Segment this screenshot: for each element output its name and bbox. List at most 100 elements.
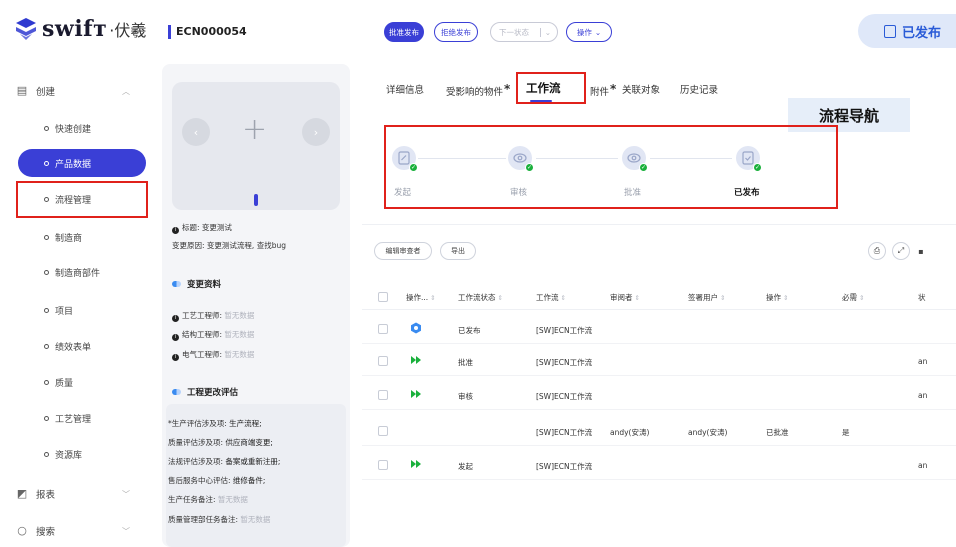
workflow-step-review[interactable]: ✓ [508,146,534,172]
column-header[interactable]: 签署用户 ⇕ [688,292,725,303]
eval-line: 生产任务备注: 暂无数据 [168,494,248,505]
carousel-next-button[interactable]: › [302,118,330,146]
column-header[interactable]: 必需 ⇕ [842,292,864,303]
status-text: 已发布 [902,25,942,41]
table-row[interactable]: 审核 [SW]ECN工作流 an [362,380,956,410]
sidebar-item-project[interactable]: 项目 [0,297,152,323]
column-header[interactable]: 操作 ⇕ [766,292,788,303]
sidebar-item-resource-library[interactable]: 资源库 [0,441,152,467]
title-value: 变更测试 [201,223,232,232]
sidebar-item-manufacturer-parts[interactable]: 制造商部件 [0,259,152,285]
column-header[interactable]: 工作流状态 ⇕ [458,292,503,303]
reason-field: 变更原因: 变更测试流程, 查找bug [172,240,286,251]
section-engineering-eval: 工程更改评估 [172,386,238,398]
logo[interactable]: swifт ·伏羲 [14,16,146,42]
actions-dropdown[interactable]: 操作 ⌄ [566,22,612,42]
select-all-checkbox[interactable] [378,292,388,302]
tab-label: 历史记录 [680,85,719,96]
circle-icon [44,234,49,240]
sidebar-item-label: 制造商部件 [55,268,101,279]
workflow-step-approve[interactable]: ✓ [622,146,648,172]
sidebar-item-process-management[interactable]: 工艺管理 [0,405,152,431]
swift-logo-icon [16,18,36,40]
fullscreen-icon[interactable]: ⤢ [892,242,910,260]
step-connector [418,158,506,159]
next-state-dropdown[interactable]: 下一状态 ⌄ [490,22,558,42]
cell-workflow: [SW]ECN工作流 [536,358,593,367]
cell-extra: an [918,461,928,470]
main-content: 详细信息 受影响的物件* 工作流 附件* 关联对象 历史记录 流程导航 ✓ ✓ [362,64,956,547]
sidebar-item-quality[interactable]: 质量 [0,369,152,395]
reject-release-button[interactable]: 拒绝发布 [434,22,478,42]
column-header[interactable]: 工作流 ⇕ [536,292,566,303]
nav-group-reports[interactable]: ◩ 报表 ﹀ [0,479,152,509]
tab-related-objects[interactable]: 关联对象 [622,82,660,96]
sort-icon: ⇕ [430,294,436,302]
column-header[interactable]: 审阅者 ⇕ [610,292,640,303]
info-icon: i [172,354,179,361]
row-checkbox[interactable] [378,356,388,366]
sort-icon: ⇕ [859,294,865,302]
sort-icon: ⇕ [560,294,566,302]
column-label: 操作 [766,293,781,302]
column-label: 操作... [406,293,429,302]
tab-history[interactable]: 历史记录 [680,82,718,96]
chevron-up-icon: ︿ [122,86,130,96]
engineer-field: i 结构工程师: 暂无数据 [172,329,254,341]
sidebar-item-label: 资源库 [55,450,83,461]
nav-group-label: 创建 [36,87,56,98]
table-row[interactable]: [SW]ECN工作流 andy(安涛) andy(安涛) 已批准 是 [362,416,956,446]
sidebar-item-label: 制造商 [55,233,83,244]
field-value: 暂无数据 [224,311,255,320]
row-checkbox[interactable] [378,324,388,334]
sidebar-item-manufacturer[interactable]: 制造商 [0,224,152,250]
sidebar-item-performance-form[interactable]: 绩效表单 [0,333,152,359]
circle-icon [44,269,49,275]
approve-release-button[interactable]: 批准发布 [384,22,424,42]
tab-details[interactable]: 详细信息 [386,82,424,96]
cell-operation: 已批准 [766,428,789,437]
eval-label: 质量管理部任务备注: [168,515,239,524]
nav-group-label: 报表 [36,490,56,501]
tab-affected-items[interactable]: 受影响的物件* [446,82,510,98]
nav-group-search[interactable]: ○ 搜索 ﹀ [0,516,152,546]
sidebar-item-quick-create[interactable]: 快速创建 [0,115,152,141]
sidebar-item-product-data[interactable]: 产品数据 [18,149,146,177]
nav-group-create[interactable]: ▤ 创建 ︿ [0,76,152,106]
column-header[interactable]: 状 [918,292,926,303]
actions-label: 操作 [576,27,592,37]
workflow-step-label: 批准 [624,188,642,198]
circle-icon [44,451,49,457]
info-icon: i [172,227,179,234]
logo-text: swifт [42,16,108,42]
column-header[interactable]: 操作... ⇕ [406,292,436,303]
workflow-step-label: 已发布 [734,188,760,198]
cell-extra: an [918,391,928,400]
column-settings-icon[interactable]: ▪ [916,242,926,260]
sidebar-item-label: 快速创建 [55,124,92,135]
highlight-box-flow-navigation [384,125,838,209]
carousel-prev-button[interactable]: ‹ [182,118,210,146]
field-label: 工艺工程师: [182,311,223,320]
row-checkbox[interactable] [378,390,388,400]
export-button[interactable]: 导出 [440,242,476,260]
nav-group-label: 搜索 [36,527,56,538]
print-icon[interactable]: ⎙ [868,242,886,260]
column-label: 签署用户 [688,293,718,302]
row-checkbox[interactable] [378,426,388,436]
tab-attachments[interactable]: 附件* [590,82,616,98]
table-row[interactable]: 批准 [SW]ECN工作流 an [362,346,956,376]
table-row[interactable]: 发起 [SW]ECN工作流 an [362,450,956,480]
section-icon [172,389,181,395]
engineer-field: i 电气工程师: 暂无数据 [172,349,254,361]
workflow-step-released[interactable]: ✓ [736,146,762,172]
image-carousel: ‹ + › [172,82,340,210]
table-row[interactable]: 已发布 [SW]ECN工作流 [362,314,956,344]
workflow-step-initiate[interactable]: ✓ [392,146,418,172]
add-image-icon[interactable]: + [242,112,267,147]
search-icon: ○ [17,524,27,537]
required-marker: * [610,82,617,96]
step-connector [650,158,732,159]
edit-reviewers-button[interactable]: 编辑审查者 [374,242,432,260]
row-checkbox[interactable] [378,460,388,470]
